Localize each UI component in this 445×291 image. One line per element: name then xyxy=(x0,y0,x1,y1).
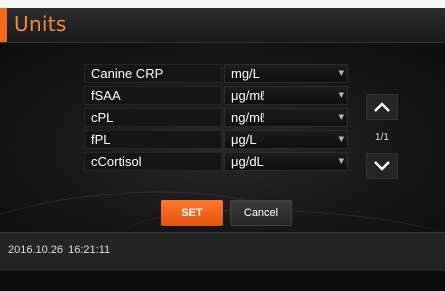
page-up-button[interactable] xyxy=(366,94,398,120)
unit-row-canine-crp: Canine CRP mg/L ▼ xyxy=(84,64,348,83)
unit-select[interactable]: μg/dL ▼ xyxy=(224,152,348,171)
unit-value: ng/mℓ xyxy=(231,110,265,125)
unit-select[interactable]: mg/L ▼ xyxy=(224,64,348,83)
cancel-button[interactable]: Cancel xyxy=(230,200,292,226)
test-name-label: fSAA xyxy=(84,86,222,105)
unit-select[interactable]: μg/L ▼ xyxy=(224,130,348,149)
status-bar: 2016.10.26 16:21:11 xyxy=(0,232,445,271)
top-strip xyxy=(0,0,445,8)
units-list: Canine CRP mg/L ▼ fSAA μg/mℓ ▼ cPL ng/mℓ… xyxy=(84,64,348,174)
unit-value: μg/L xyxy=(231,132,257,147)
datetime: 2016.10.26 16:21:11 xyxy=(8,244,110,256)
unit-select[interactable]: ng/mℓ ▼ xyxy=(224,108,348,127)
unit-row-fsaa: fSAA μg/mℓ ▼ xyxy=(84,86,348,105)
status-time: 16:21:11 xyxy=(68,244,111,256)
dropdown-arrow-icon: ▼ xyxy=(338,113,344,121)
unit-select[interactable]: μg/mℓ ▼ xyxy=(224,86,348,105)
status-date: 2016.10.26 xyxy=(8,244,64,256)
dropdown-arrow-icon: ▼ xyxy=(338,135,344,143)
unit-row-cpl: cPL ng/mℓ ▼ xyxy=(84,108,348,127)
unit-value: μg/dL xyxy=(231,154,264,169)
chevron-down-icon xyxy=(374,161,390,171)
title-bar: Units xyxy=(0,8,445,43)
unit-row-fpl: fPL μg/L ▼ xyxy=(84,130,348,149)
unit-value: μg/mℓ xyxy=(231,88,265,103)
page-title: Units xyxy=(14,12,67,36)
set-button[interactable]: SET xyxy=(161,200,223,226)
dropdown-arrow-icon: ▼ xyxy=(338,91,344,99)
pager: 1/1 xyxy=(366,94,398,179)
title-accent-bar xyxy=(0,8,7,42)
test-name-label: cCortisol xyxy=(84,152,222,171)
page-down-button[interactable] xyxy=(366,153,398,179)
chevron-up-icon xyxy=(374,102,390,112)
test-name-label: Canine CRP xyxy=(84,64,222,83)
dropdown-arrow-icon: ▼ xyxy=(338,69,344,77)
test-name-label: cPL xyxy=(84,108,222,127)
page-indicator: 1/1 xyxy=(375,132,389,143)
unit-row-ccortisol: cCortisol μg/dL ▼ xyxy=(84,152,348,171)
unit-value: mg/L xyxy=(231,66,260,81)
test-name-label: fPL xyxy=(84,130,222,149)
dropdown-arrow-icon: ▼ xyxy=(338,157,344,165)
